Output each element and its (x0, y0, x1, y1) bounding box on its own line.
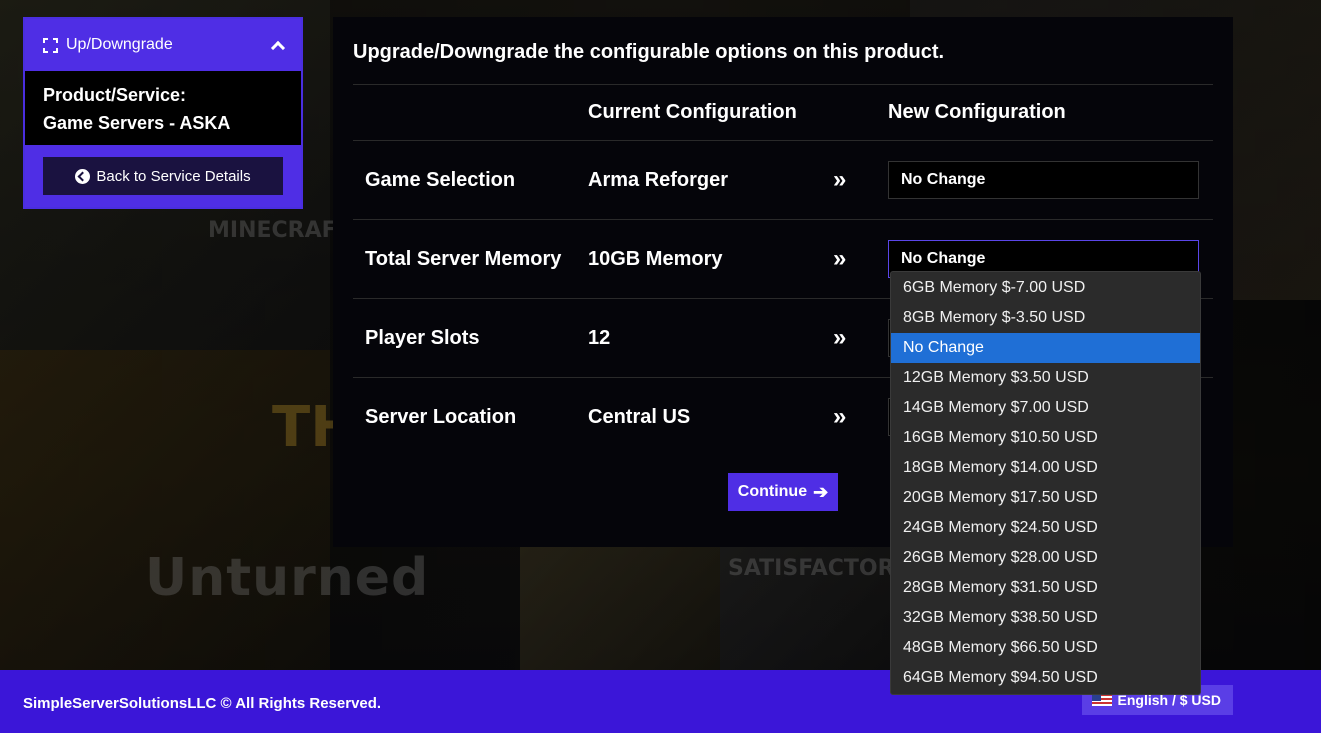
continue-button[interactable]: Continue ➔ (728, 473, 838, 511)
option-name: Game Selection (365, 168, 516, 191)
arrow-right-icon: ➔ (813, 481, 829, 502)
us-flag-icon (1091, 693, 1112, 706)
back-button-label: Back to Service Details (96, 167, 251, 185)
bg-tile (520, 540, 720, 670)
sidebar-title: Up/Downgrade (43, 36, 173, 54)
page-title: Upgrade/Downgrade the configurable optio… (353, 41, 945, 63)
bg-word-minecraft: MINECRAFT (208, 218, 352, 243)
dropdown-option[interactable]: 28GB Memory $31.50 USD (891, 573, 1200, 603)
dropdown-option[interactable]: 32GB Memory $38.50 USD (891, 603, 1200, 633)
arrow-circle-left-icon (75, 168, 91, 184)
option-name: Server Location (365, 405, 517, 428)
header-arrow (833, 85, 888, 141)
double-chevron-right-icon: » (833, 324, 846, 351)
option-current: 10GB Memory (588, 247, 723, 270)
header-option (353, 85, 588, 141)
chevron-up-icon[interactable] (270, 40, 286, 55)
dropdown-option[interactable]: No Change (891, 333, 1200, 363)
option-current: 12 (588, 326, 611, 349)
dropdown-option[interactable]: 18GB Memory $14.00 USD (891, 453, 1200, 483)
game-selection-select[interactable]: No Change (888, 161, 1199, 199)
expand-icon (43, 37, 58, 53)
continue-button-label: Continue (737, 483, 808, 500)
back-to-service-details-button[interactable]: Back to Service Details (43, 157, 283, 195)
dropdown-option[interactable]: 26GB Memory $28.00 USD (891, 543, 1200, 573)
sidebar-body: Product/Service: Game Servers - ASKA (25, 71, 301, 145)
header-current: Current Configuration (588, 101, 797, 123)
memory-dropdown-list[interactable]: 6GB Memory $-7.00 USD 8GB Memory $-3.50 U… (890, 271, 1201, 695)
sidebar-header[interactable]: Up/Downgrade (25, 19, 301, 71)
double-chevron-right-icon: » (833, 245, 846, 272)
sidebar-footer: Back to Service Details (25, 145, 301, 207)
product-name: Game Servers - ASKA (43, 113, 231, 133)
bg-word-unturned: Unturned (145, 548, 430, 608)
double-chevron-right-icon: » (833, 166, 846, 193)
dropdown-option[interactable]: 64GB Memory $94.50 USD (891, 663, 1200, 693)
dropdown-option[interactable]: 20GB Memory $17.50 USD (891, 483, 1200, 513)
option-name: Player Slots (365, 326, 480, 349)
table-header-row: Current Configuration New Configuration (353, 84, 1213, 141)
product-label: Product/Service: (43, 85, 187, 105)
option-current: Central US (588, 405, 691, 428)
dropdown-option[interactable]: 8GB Memory $-3.50 USD (891, 303, 1200, 333)
dropdown-option[interactable]: 14GB Memory $7.00 USD (891, 393, 1200, 423)
dropdown-option[interactable]: 6GB Memory $-7.00 USD (891, 273, 1200, 303)
double-chevron-right-icon: » (833, 403, 846, 431)
dropdown-option[interactable]: 24GB Memory $24.50 USD (891, 513, 1200, 543)
bg-word-satisfactory: SATISFACTORY (728, 556, 910, 581)
option-current: Arma Reforger (588, 168, 729, 191)
header-new: New Configuration (888, 101, 1066, 123)
dropdown-option[interactable]: 48GB Memory $66.50 USD (891, 633, 1200, 663)
copyright-text: SimpleServerSolutionsLLC © All Rights Re… (23, 695, 382, 712)
table-row: Game Selection Arma Reforger » No Change (353, 140, 1213, 220)
sidebar-title-label: Up/Downgrade (66, 36, 173, 53)
dropdown-option[interactable]: 12GB Memory $3.50 USD (891, 363, 1200, 393)
option-name: Total Server Memory (365, 247, 562, 270)
sidebar-panel: Up/Downgrade Product/Service: Game Serve… (23, 17, 303, 209)
dropdown-option[interactable]: 16GB Memory $10.50 USD (891, 423, 1200, 453)
